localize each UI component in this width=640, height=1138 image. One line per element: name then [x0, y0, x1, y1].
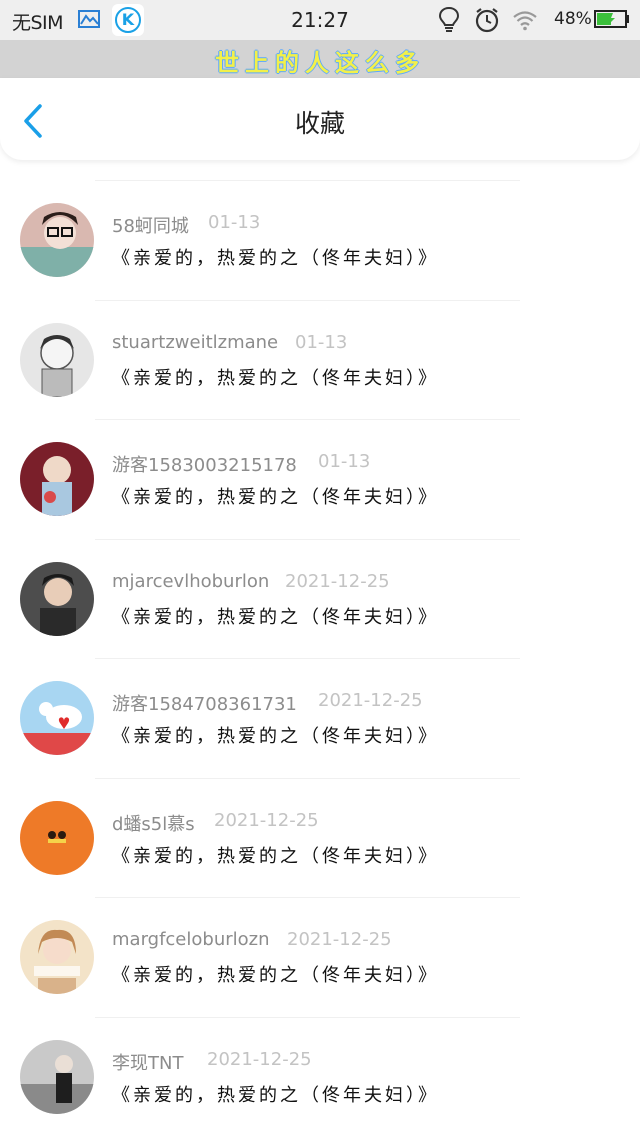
avatar[interactable]: [20, 322, 94, 397]
item-date: 2021-12-25: [285, 570, 390, 592]
divider: [95, 658, 520, 659]
wifi-icon: [513, 11, 537, 31]
item-date: 2021-12-25: [287, 929, 392, 950]
item-date: 01-13: [208, 212, 261, 233]
divider: [95, 299, 520, 301]
user-name[interactable]: mjarcevlhoburlon: [112, 571, 269, 592]
favorites-list: 58蚵同城 01-13 《亲爱的，热爱的之（佟年夫妇）》 stuartzweit…: [0, 160, 640, 1116]
item-title[interactable]: 《亲爱的，热爱的之（佟年夫妇）》: [112, 842, 439, 868]
user-name[interactable]: 58蚵同城: [112, 212, 189, 238]
user-name[interactable]: margfceloburlozn: [112, 929, 270, 950]
user-name[interactable]: stuartzweitlzmane: [112, 332, 278, 353]
banner: 世上的人这么多: [0, 40, 640, 78]
item-title[interactable]: 《亲爱的，热爱的之（佟年夫妇）》: [112, 722, 439, 748]
item-title[interactable]: 《亲爱的，热爱的之（佟年夫妇）》: [112, 364, 439, 390]
page-title: 收藏: [294, 109, 345, 138]
item-date: 01-13: [318, 451, 371, 472]
item-title[interactable]: 《亲爱的，热爱的之（佟年夫妇）》: [112, 961, 439, 987]
user-name[interactable]: 游客1583003215178: [112, 451, 297, 477]
item-date: 2021-12-25: [214, 809, 319, 831]
list-item[interactable]: 游客1583003215178 01-13 《亲爱的，热爱的之（佟年夫妇）》: [0, 399, 640, 519]
item-title[interactable]: 《亲爱的，热爱的之（佟年夫妇）》: [112, 244, 439, 270]
battery-charging-icon: [594, 10, 629, 28]
clock: 21:27: [291, 8, 349, 32]
item-date: 2021-12-25: [207, 1048, 312, 1070]
user-name[interactable]: 游客1584708361731: [112, 690, 297, 716]
divider: [95, 180, 520, 181]
page-header: 收藏: [0, 78, 640, 160]
avatar[interactable]: [20, 561, 94, 636]
divider: [95, 419, 520, 420]
banner-text: 世上的人这么多: [215, 49, 425, 77]
divider: [95, 777, 520, 779]
avatar[interactable]: [20, 681, 94, 755]
avatar[interactable]: [20, 1039, 94, 1114]
avatar[interactable]: [20, 203, 94, 277]
item-date: 2021-12-25: [318, 690, 423, 711]
divider: [95, 538, 520, 540]
alarm-icon: [475, 8, 499, 33]
list-item[interactable]: margfceloburlozn 2021-12-25 《亲爱的，热爱的之（佟年…: [0, 877, 640, 997]
list-item[interactable]: stuartzweitlzmane 01-13 《亲爱的，热爱的之（佟年夫妇）》: [0, 280, 640, 400]
avatar[interactable]: [20, 442, 94, 516]
user-name[interactable]: d蟠s5l慕s: [112, 810, 195, 836]
divider: [95, 1016, 520, 1018]
list-item[interactable]: 游客1584708361731 2021-12-25 《亲爱的，热爱的之（佟年夫…: [0, 638, 640, 758]
list-item[interactable]: mjarcevlhoburlon 2021-12-25 《亲爱的，热爱的之（佟年…: [0, 519, 640, 639]
list-item[interactable]: d蟠s5l慕s 2021-12-25 《亲爱的，热爱的之（佟年夫妇）》: [0, 758, 640, 878]
divider: [95, 897, 520, 898]
item-title[interactable]: 《亲爱的，热爱的之（佟年夫妇）》: [112, 483, 439, 509]
item-date: 01-13: [295, 331, 348, 353]
avatar[interactable]: [20, 800, 94, 875]
bulb-icon: [438, 6, 460, 32]
item-title[interactable]: 《亲爱的，热爱的之（佟年夫妇）》: [112, 1081, 439, 1107]
user-name[interactable]: 李现TNT: [112, 1049, 183, 1075]
item-title[interactable]: 《亲爱的，热爱的之（佟年夫妇）》: [112, 603, 439, 629]
list-item[interactable]: 李现TNT 2021-12-25 《亲爱的，热爱的之（佟年夫妇）》: [0, 997, 640, 1117]
list-item[interactable]: 58蚵同城 01-13 《亲爱的，热爱的之（佟年夫妇）》: [0, 160, 640, 280]
status-bar: 无SIM K 21:27 48%: [0, 0, 640, 40]
battery-percent: 48%: [554, 9, 592, 29]
avatar[interactable]: [20, 920, 94, 994]
